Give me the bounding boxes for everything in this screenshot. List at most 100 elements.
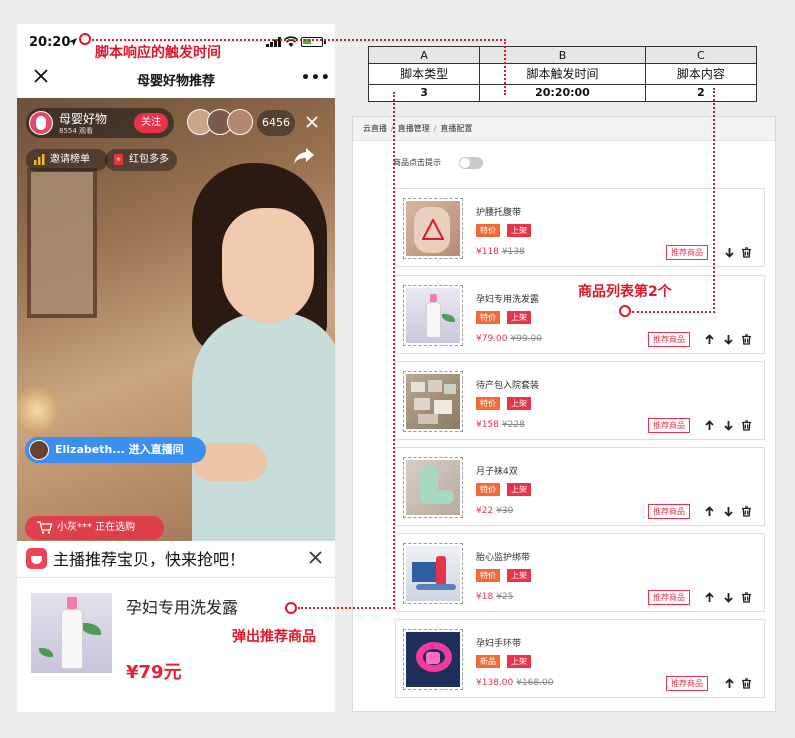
- shop-icon: [26, 548, 47, 569]
- annotation-list-second: 商品列表第2个: [578, 284, 672, 300]
- live-video[interactable]: 母婴好物 8554 观看 关注 6456 邀请榜单 红包多多 Elizabeth…: [17, 98, 335, 568]
- breadcrumb-item[interactable]: 云直播: [363, 123, 387, 134]
- nav-bar: 母婴好物推荐 •••: [17, 60, 335, 98]
- recommend-button[interactable]: 推荐商品: [648, 332, 690, 347]
- product-image: [406, 632, 460, 687]
- product-thumb[interactable]: [403, 629, 463, 690]
- arrow-down-icon[interactable]: [723, 592, 734, 603]
- click-tip-toggle[interactable]: [459, 157, 483, 169]
- popup-product-image[interactable]: [31, 593, 112, 673]
- rank-chip[interactable]: 邀请榜单: [26, 149, 108, 171]
- trash-icon[interactable]: [741, 592, 752, 603]
- anchor-watch-count: 8554 观看: [59, 127, 94, 135]
- red-packet-icon: [114, 154, 123, 165]
- toggle-label: 商品点击提示: [393, 158, 441, 167]
- trash-icon[interactable]: [741, 506, 752, 517]
- annotation-line: [713, 88, 715, 313]
- tag-on-shelf: 上架: [507, 224, 531, 237]
- anchor-info[interactable]: 母婴好物 8554 观看 关注: [26, 108, 174, 138]
- close-icon[interactable]: [309, 551, 322, 564]
- tag-sale: 特价: [476, 224, 500, 237]
- arrow-up-icon[interactable]: [704, 592, 715, 603]
- trash-icon[interactable]: [741, 678, 752, 689]
- tag-on-shelf: 上架: [507, 483, 531, 496]
- script-content-label: 脚本内容: [644, 63, 758, 85]
- tag-sale: 特价: [476, 397, 500, 410]
- anchor-avatar[interactable]: [29, 111, 53, 135]
- product-name: 胎心监护绑带: [476, 553, 531, 563]
- tag-on-shelf: 上架: [507, 655, 531, 668]
- rank-chip-label: 邀请榜单: [50, 154, 90, 165]
- enter-room-message: Elizabeth... 进入直播间: [25, 437, 206, 463]
- script-type-label: 脚本类型: [367, 63, 481, 85]
- product-thumb[interactable]: [403, 543, 463, 604]
- tag-new: 新品: [476, 655, 500, 668]
- column-header: C: [644, 45, 758, 65]
- product-name: 孕妇专用洗发露: [476, 295, 540, 305]
- breadcrumb-item[interactable]: 直播管理: [398, 123, 430, 134]
- anchor-face: [222, 208, 314, 323]
- product-thumb[interactable]: [403, 457, 463, 518]
- arrow-down-icon[interactable]: [723, 420, 734, 431]
- arrow-down-icon[interactable]: [723, 334, 734, 345]
- product-image: [406, 460, 460, 515]
- arrow-up-icon[interactable]: [704, 420, 715, 431]
- annotation-marker: [619, 305, 631, 317]
- follow-button[interactable]: 关注: [134, 113, 168, 133]
- redpack-chip[interactable]: 红包多多: [105, 149, 177, 171]
- annotation-trigger-time: 脚本响应的触发时间: [95, 45, 221, 61]
- original-price: ¥138: [501, 247, 525, 257]
- product-image: [406, 546, 460, 601]
- recommend-button[interactable]: 推荐商品: [666, 245, 708, 260]
- product-thumb[interactable]: [403, 285, 463, 346]
- product-name: 护腰托腹带: [476, 208, 522, 218]
- viewer-avatar[interactable]: [227, 109, 253, 135]
- arrow-up-icon[interactable]: [724, 678, 735, 689]
- product-card[interactable]: 护腰托腹带 特价 上架 ¥118 ¥138 推荐商品: [395, 188, 765, 267]
- tag-on-shelf: 上架: [507, 397, 531, 410]
- wifi-icon: [284, 36, 298, 47]
- arrow-up-icon[interactable]: [704, 506, 715, 517]
- product-thumb[interactable]: [403, 198, 463, 259]
- tag-on-shelf: 上架: [507, 311, 531, 324]
- share-icon[interactable]: [294, 148, 314, 164]
- bottle-pump: [67, 597, 77, 609]
- recommend-button[interactable]: 推荐商品: [648, 504, 690, 519]
- arrow-up-icon[interactable]: [704, 334, 715, 345]
- original-price: ¥228: [501, 420, 525, 430]
- product-thumb[interactable]: [403, 371, 463, 432]
- close-icon[interactable]: [306, 116, 318, 128]
- breadcrumb-bar: 云直播 / 直播管理 / 直播配置: [353, 117, 775, 141]
- annotation-popup-product: 弹出推荐商品: [232, 629, 316, 645]
- annotation-line: [92, 39, 506, 41]
- product-name: 待产包入院套装: [476, 381, 540, 391]
- product-card[interactable]: 孕妇手环带 新品 上架 ¥138.00 ¥168.00 推荐商品: [395, 619, 765, 698]
- lamp-light: [17, 383, 57, 438]
- viewer-count[interactable]: 6456: [257, 110, 295, 136]
- more-icon[interactable]: •••: [301, 70, 331, 86]
- user-avatar: [29, 440, 49, 460]
- page-title: 母婴好物推荐: [136, 74, 215, 89]
- redpack-chip-label: 红包多多: [129, 154, 169, 165]
- bottle: [61, 609, 83, 669]
- popup-product-price: ¥79元: [126, 662, 182, 683]
- product-card[interactable]: 胎心监护绑带 特价 上架 ¥18 ¥25 推荐商品: [395, 533, 765, 612]
- bar-chart-icon: [34, 154, 45, 165]
- original-price: ¥99.00: [510, 334, 543, 344]
- product-card[interactable]: 月子袜4双 特价 上架 ¥22 ¥30 推荐商品: [395, 447, 765, 526]
- arrow-down-icon[interactable]: [724, 247, 735, 258]
- annotation-marker: [285, 602, 297, 614]
- buying-text: 小灰*** 正在选购: [57, 522, 136, 533]
- product-card[interactable]: 待产包入院套装 特价 上架 ¥158 ¥228 推荐商品: [395, 361, 765, 440]
- arrow-down-icon[interactable]: [723, 506, 734, 517]
- wall-painting: [27, 168, 97, 318]
- recommend-button[interactable]: 推荐商品: [666, 676, 708, 691]
- trash-icon[interactable]: [741, 420, 752, 431]
- popup-title: 主播推荐宝贝，快来抢吧！: [53, 550, 246, 569]
- trash-icon[interactable]: [741, 334, 752, 345]
- annotation-line: [298, 607, 395, 609]
- recommend-button[interactable]: 推荐商品: [648, 590, 690, 605]
- recommend-button[interactable]: 推荐商品: [648, 418, 690, 433]
- popup-product-name[interactable]: 孕妇专用洗发露: [126, 594, 238, 618]
- trash-icon[interactable]: [741, 247, 752, 258]
